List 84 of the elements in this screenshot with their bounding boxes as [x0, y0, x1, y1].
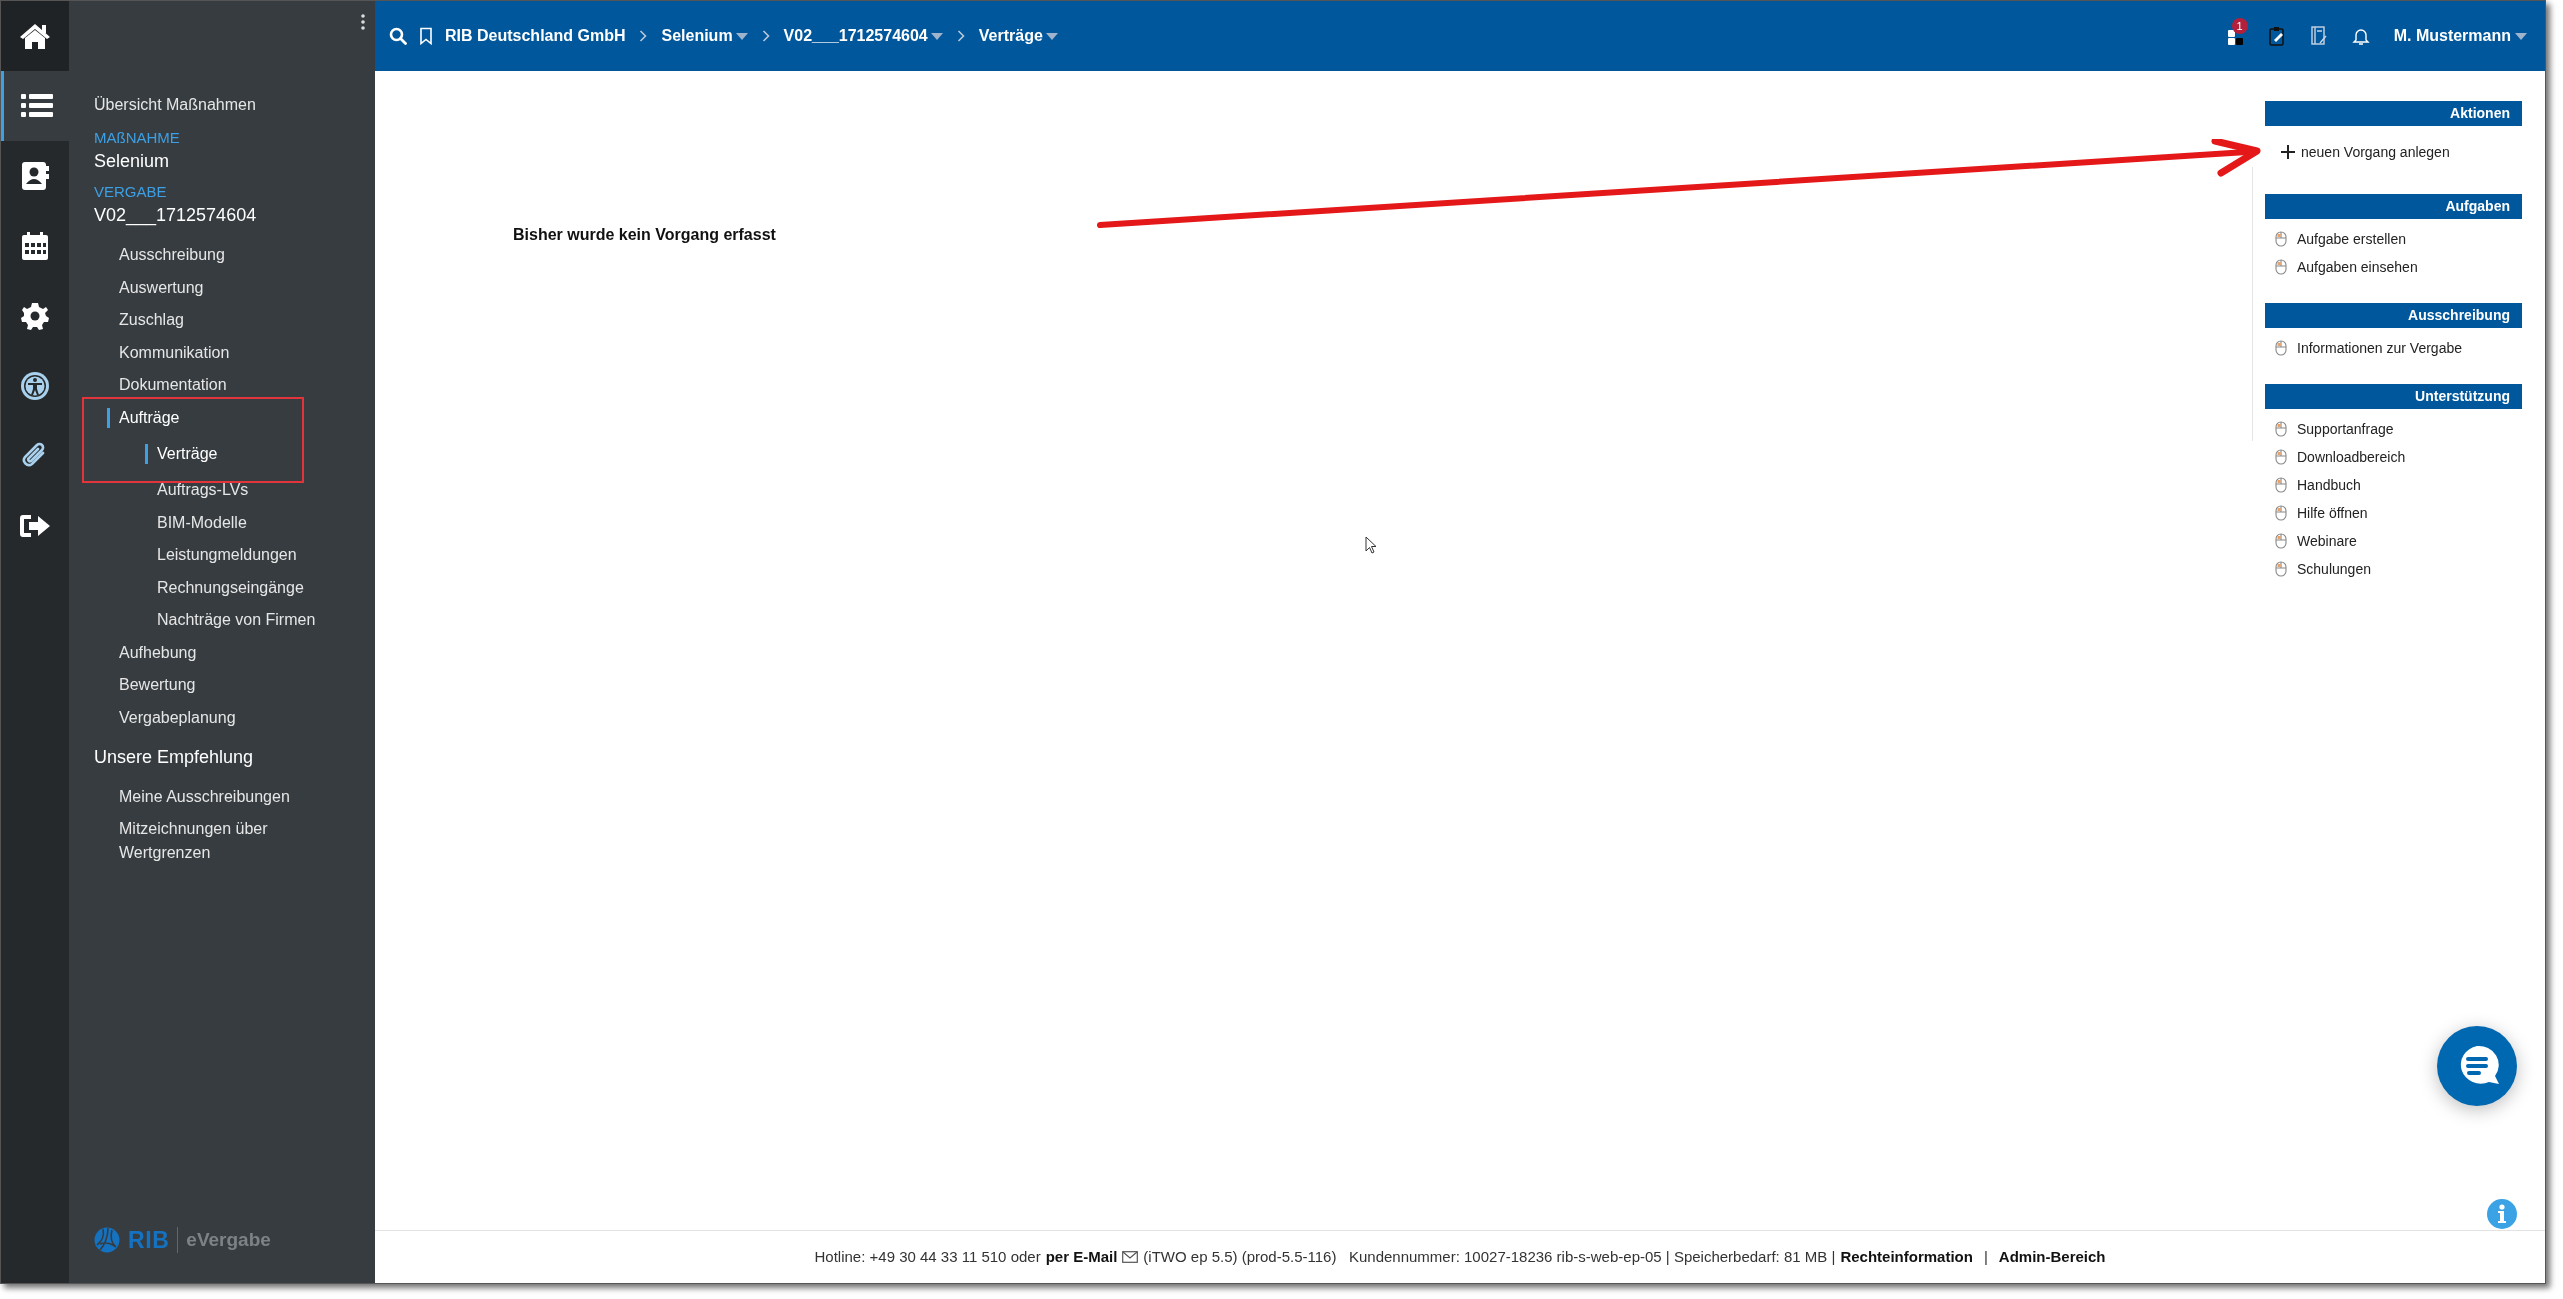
nav-item[interactable]: Aufträge: [119, 405, 180, 430]
panel-header: Unterstützung: [2265, 384, 2522, 409]
panel-header: Ausschreibung: [2265, 303, 2522, 328]
breadcrumb-item[interactable]: RIB Deutschland GmbH: [445, 24, 626, 48]
mouse-icon: [2275, 561, 2287, 577]
chevron-icon: [639, 30, 648, 42]
chat-button[interactable]: [2437, 1026, 2517, 1106]
panel-header: Aktionen: [2265, 101, 2522, 126]
logo-brand: RIB: [128, 1225, 170, 1255]
nav-item[interactable]: Rechnungseingänge: [157, 575, 304, 600]
nav-item[interactable]: BIM-Modelle: [157, 510, 247, 535]
info-icon[interactable]: [2487, 1199, 2517, 1229]
nav-item[interactable]: Nachträge von Firmen: [157, 608, 316, 633]
panel-link[interactable]: Aufgaben einsehen: [2265, 253, 2522, 281]
context-value: V02___1712574604: [94, 204, 258, 227]
logo-product: eVergabe: [186, 1227, 271, 1252]
separator: |: [1983, 1246, 1988, 1267]
nav-item[interactable]: Kommunikation: [119, 340, 230, 365]
breadcrumb-item[interactable]: V02___1712574604: [783, 24, 943, 48]
nav-item[interactable]: Ausschreibung: [119, 243, 225, 268]
active-indicator: [145, 444, 148, 464]
search-icon[interactable]: [389, 27, 407, 45]
nav-item[interactable]: Aufhebung: [119, 640, 197, 665]
mouse-icon: [2275, 421, 2287, 437]
action-link[interactable]: neuen Vorgang anlegen: [2265, 132, 2522, 172]
logo-icon: [94, 1226, 120, 1253]
nav-item[interactable]: Mitzeichnungen über Wertgrenzen: [94, 813, 324, 869]
panel-link[interactable]: Aufgabe erstellen: [2265, 225, 2522, 253]
context-label: MAßNAHME: [94, 128, 181, 148]
bell-icon[interactable]: [2351, 26, 2370, 46]
chevron-icon: [956, 30, 965, 42]
context-label: VERGABE: [94, 182, 168, 202]
panel-link[interactable]: Downloadbereich: [2265, 443, 2522, 471]
caret-icon: [930, 32, 943, 40]
mouse-icon: [2275, 340, 2287, 356]
nav-item[interactable]: Verträge: [157, 442, 218, 466]
user-menu[interactable]: M. Mustermann: [2393, 24, 2527, 48]
mouse-icon: [2275, 259, 2287, 275]
nav-item[interactable]: Auswertung: [119, 275, 204, 300]
empty-message: Bisher wurde kein Vorgang erfasst: [513, 225, 777, 245]
breadcrumb-item[interactable]: Selenium: [661, 24, 748, 48]
overview-link[interactable]: Übersicht Maßnahmen: [94, 93, 375, 117]
footer-link[interactable]: Rechteinformation: [1840, 1245, 1973, 1269]
clipboard-icon[interactable]: [2267, 25, 2286, 47]
caret-icon: [1045, 32, 1058, 40]
chevron-icon: [761, 30, 770, 42]
email-link[interactable]: per E-Mail: [1045, 1245, 1118, 1269]
hotline-text: Hotline: +49 30 44 33 11 510 oder: [814, 1246, 1041, 1267]
nav-item[interactable]: Auftrags-LVs: [157, 478, 249, 503]
panel-link[interactable]: Supportanfrage: [2265, 415, 2522, 443]
footer-link[interactable]: Admin-Bereich: [1998, 1245, 2106, 1269]
breadcrumb-item[interactable]: Verträge: [978, 24, 1058, 48]
mouse-icon: [2275, 505, 2287, 521]
section-heading: Unsere Empfehlung: [94, 746, 255, 769]
nav-item[interactable]: Dokumentation: [119, 373, 227, 398]
list-icon[interactable]: [1, 71, 69, 141]
nav-item[interactable]: Zuschlag: [119, 308, 184, 333]
nav-item[interactable]: Vergabeplanung: [119, 705, 236, 730]
more-icon[interactable]: [361, 14, 365, 30]
panel-link[interactable]: Handbuch: [2265, 471, 2522, 499]
nav-item[interactable]: Bewertung: [119, 673, 196, 698]
mouse-icon: [2275, 231, 2287, 247]
panel-link[interactable]: Hilfe öffnen: [2265, 499, 2522, 527]
notification-badge: 1: [2231, 18, 2248, 34]
panel-link[interactable]: Informationen zur Vergabe: [2265, 334, 2522, 362]
system-info-text: (iTWO ep 5.5) (prod-5.5-116) Kundennummer: 10027-18236 rib-s-web-ep-05 | Speicherbedarf: 81 MB |: [1143, 1246, 1836, 1267]
mail-icon[interactable]: [1122, 1251, 1139, 1263]
active-indicator: [107, 407, 110, 428]
home-icon[interactable]: [1, 1, 69, 71]
mouse-icon: [2275, 449, 2287, 465]
panel-link[interactable]: Schulungen: [2265, 555, 2522, 583]
nav-item[interactable]: Meine Ausschreibungen: [94, 781, 324, 813]
panel-link[interactable]: Webinare: [2265, 527, 2522, 555]
cursor-icon: [1365, 536, 1377, 554]
mouse-icon: [2275, 533, 2287, 549]
nav-item[interactable]: Leistungmeldungen: [157, 543, 297, 568]
caret-icon: [735, 32, 748, 40]
plus-icon: [2281, 145, 2295, 159]
context-value: Selenium: [94, 150, 171, 173]
notebook-icon[interactable]: [2309, 25, 2328, 47]
mouse-icon: [2275, 477, 2287, 493]
panel-header: Aufgaben: [2265, 194, 2522, 219]
bookmark-icon[interactable]: [419, 27, 433, 45]
caret-icon: [2515, 32, 2527, 40]
